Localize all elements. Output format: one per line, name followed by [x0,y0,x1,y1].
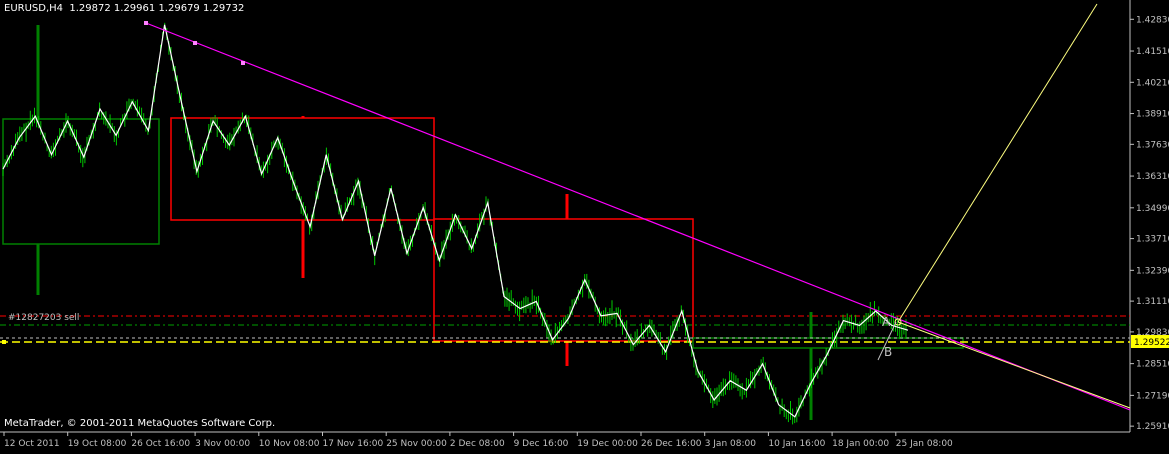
x-tick-label: 17 Nov 16:00 [323,439,384,449]
annotation-b: B [884,345,892,359]
x-tick-label: 19 Dec 00:00 [577,439,638,449]
current-price-marker [2,340,6,344]
current-price-label: 1.29522 [1134,338,1169,348]
x-tick-label: 26 Dec 16:00 [641,439,702,449]
y-tick-label: 1.36310 [1136,172,1169,182]
x-tick-label: 10 Nov 08:00 [259,439,320,449]
chart-area[interactable]: A B 1.428301.415101.402101.389101.376301… [0,0,1169,450]
y-tick-label: 1.27190 [1136,391,1169,401]
y-tick-label: 1.38910 [1136,110,1169,120]
trendline-point[interactable] [241,61,245,65]
x-tick-label: 19 Oct 08:00 [68,439,127,449]
x-tick-label: 25 Jan 08:00 [896,439,953,449]
projection-line[interactable] [897,3,1098,323]
x-tick-label: 12 Oct 2011 [4,439,60,449]
price-chart[interactable]: A B 1.428301.415101.402101.389101.376301… [0,0,1169,450]
symbol-header: EURUSD,H4 1.29872 1.29961 1.29679 1.2973… [4,3,244,14]
y-tick-label: 1.37630 [1136,140,1169,150]
x-axis-ticks: 12 Oct 2011 19 Oct 08:00 26 Oct 16:00 3 Nov… [3,432,953,449]
copyright-text: MetaTrader, © 2001-2011 MetaQuotes Softw… [4,418,276,429]
trendline-point[interactable] [193,41,197,45]
symbol-name: EURUSD,H4 [4,3,64,14]
x-tick-label: 18 Jan 00:00 [832,439,889,449]
y-tick-label: 1.40210 [1136,78,1169,88]
x-tick-label: 3 Nov 00:00 [195,439,250,449]
candles [2,22,907,425]
y-tick-label: 1.34990 [1136,204,1169,214]
x-tick-label: 25 Nov 00:00 [386,439,447,449]
zigzag-line [2,24,909,418]
y-tick-label: 1.41510 [1136,47,1169,57]
y-axis-ticks: 1.42830 1.41510 1.40210 1.38910 1.37630 1.363… [1130,15,1169,432]
trendline-point[interactable] [144,21,148,25]
y-tick-label: 1.33710 [1136,235,1169,245]
x-tick-label: 9 Dec 16:00 [514,439,569,449]
x-tick-label: 2 Dec 08:00 [450,439,505,449]
y-tick-label: 1.25910 [1136,422,1169,432]
y-tick-label: 1.42830 [1136,15,1169,25]
x-tick-label: 3 Jan 08:00 [705,439,757,449]
order-label: #12827203 sell [8,313,80,323]
y-tick-label: 1.32390 [1136,266,1169,276]
annotation-a: A [882,315,891,329]
x-tick-label: 26 Oct 16:00 [131,439,190,449]
projection-line[interactable] [897,321,1131,409]
green-box-2 [692,337,964,349]
trendline[interactable] [145,22,1131,411]
x-tick-label: 10 Jan 16:00 [768,439,825,449]
y-tick-label: 1.28510 [1136,360,1169,370]
y-tick-label: 1.31110 [1136,297,1169,307]
ohlc-values: 1.29872 1.29961 1.29679 1.29732 [69,3,245,14]
